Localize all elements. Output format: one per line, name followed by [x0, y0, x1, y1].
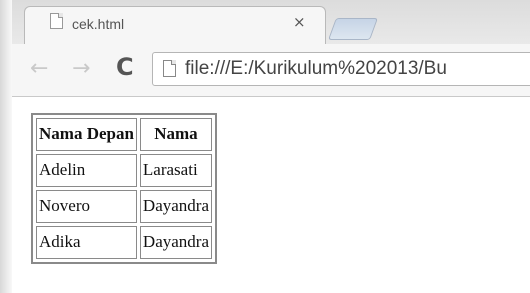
- page-icon: [50, 13, 63, 29]
- table-row: Adelin Larasati: [36, 154, 212, 187]
- browser-window: cek.html × ← → C file:///E:/Kurikulum%20…: [0, 0, 530, 293]
- table-cell: Adelin: [36, 154, 137, 187]
- page-icon: [163, 60, 176, 77]
- tab-strip: cek.html ×: [0, 0, 530, 45]
- navigation-toolbar: ← → C file:///E:/Kurikulum%202013/Bu: [12, 44, 530, 97]
- address-bar[interactable]: file:///E:/Kurikulum%202013/Bu: [152, 52, 530, 86]
- tab-title: cek.html: [72, 16, 125, 32]
- table-header-row: Nama Depan Nama: [36, 118, 212, 151]
- close-tab-icon[interactable]: ×: [293, 13, 306, 31]
- new-tab-button[interactable]: [327, 18, 379, 40]
- column-header-nama: Nama: [139, 118, 212, 151]
- table-cell: Adika: [36, 226, 137, 259]
- table-cell: Novero: [36, 190, 137, 223]
- forward-arrow-icon[interactable]: →: [72, 56, 90, 81]
- table-cell: Dayandra: [139, 226, 212, 259]
- table-cell: Dayandra: [139, 190, 212, 223]
- data-table: Nama Depan Nama Adelin Larasati Novero D…: [31, 113, 217, 264]
- column-header-nama-depan: Nama Depan: [36, 118, 137, 151]
- table-row: Adika Dayandra: [36, 226, 212, 259]
- back-arrow-icon[interactable]: ←: [30, 56, 48, 81]
- address-bar-url[interactable]: file:///E:/Kurikulum%202013/Bu: [185, 58, 447, 80]
- browser-tab[interactable]: [24, 6, 326, 45]
- table-cell: Larasati: [139, 154, 212, 187]
- window-frame-left: [0, 0, 12, 293]
- page-content: Nama Depan Nama Adelin Larasati Novero D…: [12, 97, 530, 293]
- table-row: Novero Dayandra: [36, 190, 212, 223]
- reload-icon[interactable]: C: [116, 53, 134, 81]
